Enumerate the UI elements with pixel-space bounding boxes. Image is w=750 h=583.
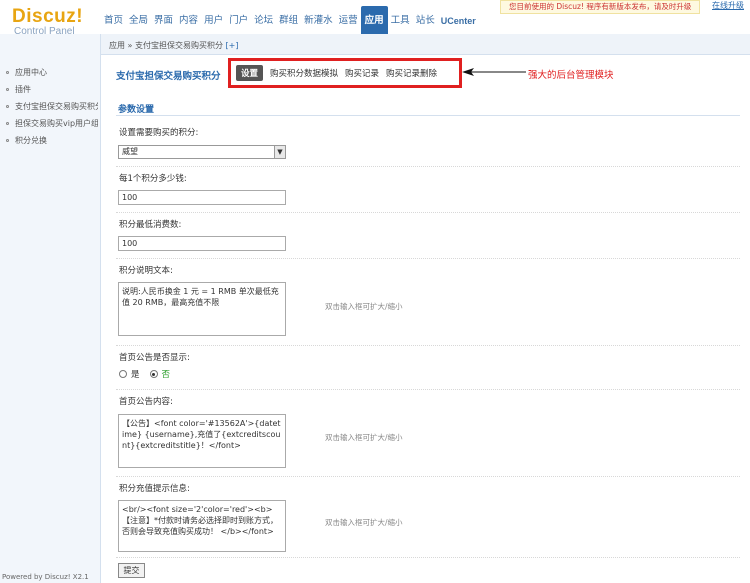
divider [116, 557, 740, 558]
online-upgrade-link[interactable]: 在线升级 [712, 0, 744, 11]
divider [116, 166, 740, 167]
radio-no-label: 否 [161, 370, 171, 380]
min-input[interactable]: 100 [118, 236, 286, 251]
logo-main-text: Discuz! [12, 6, 84, 27]
sidebar-item-vip-group[interactable]: 担保交易购买vip用户组 [6, 115, 98, 132]
submit-button[interactable]: 提交 [118, 563, 145, 578]
bullet-icon [6, 122, 9, 125]
nav-operation[interactable]: 运营 [336, 12, 361, 34]
nav-plugin[interactable]: 应用 [360, 6, 388, 34]
desc-label: 积分说明文本: [119, 266, 173, 276]
sidebar-item-plugins[interactable]: 插件 [6, 81, 98, 98]
nav-group[interactable]: 群组 [276, 12, 301, 34]
expand-hint: 双击输入框可扩大/缩小 [325, 302, 403, 311]
credit-label: 设置需要购买的积分: [119, 128, 199, 138]
annotation-text: 强大的后台管理模块 [528, 70, 614, 81]
top-nav: 首页 全局 界面 内容 用户 门户 论坛 群组 新灌水 运营 应用 工具 站长 … [101, 6, 479, 34]
sidebar: 应用中心 插件 支付宝担保交易购买积分 担保交易购买vip用户组 积分兑换 Po… [0, 34, 101, 583]
nav-home[interactable]: 首页 [101, 12, 126, 34]
show-label: 首页公告是否显示: [119, 353, 190, 363]
tab-settings[interactable]: 设置 [236, 65, 264, 81]
sidebar-item-label: 插件 [15, 85, 31, 94]
divider [116, 258, 740, 259]
tab-delete-records[interactable]: 购买记录删除 [386, 67, 437, 79]
tab-records[interactable]: 购买记录 [345, 67, 379, 79]
sidebar-menu: 应用中心 插件 支付宝担保交易购买积分 担保交易购买vip用户组 积分兑换 [6, 64, 98, 149]
sidebar-item-label: 应用中心 [15, 68, 47, 77]
tip-label: 积分充值提示信息: [119, 484, 190, 494]
nav-ucenter[interactable]: UCenter [438, 16, 479, 34]
divider [116, 345, 740, 346]
tip-textarea[interactable]: <br/><font size='2'color='red'><b>【注意】*付… [118, 500, 286, 552]
bullet-icon [6, 71, 9, 74]
divider [116, 389, 740, 390]
section-header: 参数设置 [116, 96, 740, 116]
section-title: 参数设置 [118, 105, 155, 115]
radio-no[interactable] [149, 370, 158, 378]
divider [116, 212, 740, 213]
radio-yes[interactable] [119, 370, 127, 378]
discuz-logo[interactable]: Discuz! Control Panel [12, 6, 83, 37]
price-label: 每1个积分多少钱: [119, 174, 187, 184]
price-input[interactable]: 100 [118, 190, 286, 205]
nav-content[interactable]: 内容 [176, 12, 201, 34]
nav-forum[interactable]: 论坛 [251, 12, 276, 34]
nav-style[interactable]: 界面 [151, 12, 176, 34]
upgrade-notice: 您目前使用的 Discuz! 程序有新版本发布，请及时升级 [500, 0, 700, 14]
sidebar-item-app-center[interactable]: 应用中心 [6, 64, 98, 81]
chevron-down-icon: ▼ [274, 146, 285, 158]
sidebar-item-label: 担保交易购买vip用户组 [15, 119, 98, 128]
credit-select-value: 威望 [122, 147, 138, 156]
sidebar-item-label: 积分兑换 [15, 136, 47, 145]
expand-hint: 双击输入框可扩大/缩小 [325, 518, 403, 527]
module-tabs: 设置 购买积分数据模拟 购买记录 购买记录删除 [236, 65, 444, 81]
sidebar-item-label: 支付宝担保交易购买积分 [15, 102, 98, 111]
expand-hint: 双击输入框可扩大/缩小 [325, 433, 403, 442]
module-title: 支付宝担保交易购买积分 [116, 71, 221, 82]
tab-simulate[interactable]: 购买积分数据模拟 [270, 67, 338, 79]
nav-user[interactable]: 用户 [201, 12, 226, 34]
breadcrumb: 应用 » 支付宝担保交易购买积分 [+] [109, 40, 238, 51]
powered-by: Powered by Discuz! X2.1 [2, 573, 89, 581]
bullet-icon [6, 139, 9, 142]
min-label: 积分最低消费数: [119, 220, 182, 230]
desc-textarea[interactable]: 说明:人民币换金 1 元 = 1 RMB 单次最低充值 20 RMB，最高充值不… [118, 282, 286, 336]
nav-founder[interactable]: 站长 [413, 12, 438, 34]
add-shortcut-button[interactable]: [+] [226, 41, 239, 50]
header: Discuz! Control Panel 首页 全局 界面 内容 用户 门户 … [0, 0, 750, 37]
announce-textarea[interactable]: 【公告】<font color='#13562A'>{datetime} {us… [118, 414, 286, 468]
divider [116, 476, 740, 477]
radio-yes-label: 是 [131, 370, 140, 380]
bullet-icon [6, 105, 9, 108]
show-radio-group: 是 否 [119, 368, 180, 380]
arrow-icon [462, 68, 526, 76]
announce-label: 首页公告内容: [119, 397, 173, 407]
breadcrumb-text: 应用 » 支付宝担保交易购买积分 [109, 41, 223, 50]
sidebar-item-alipay-credits[interactable]: 支付宝担保交易购买积分 [6, 98, 98, 115]
nav-global[interactable]: 全局 [126, 12, 151, 34]
sidebar-item-credit-exchange[interactable]: 积分兑换 [6, 132, 98, 149]
bullet-icon [6, 88, 9, 91]
breadcrumb-bar: 应用 » 支付宝担保交易购买积分 [+] [101, 34, 750, 55]
nav-portal[interactable]: 门户 [226, 12, 251, 34]
nav-tools[interactable]: 工具 [388, 12, 413, 34]
credit-select[interactable]: 威望 ▼ [118, 145, 286, 159]
nav-water[interactable]: 新灌水 [301, 12, 336, 34]
